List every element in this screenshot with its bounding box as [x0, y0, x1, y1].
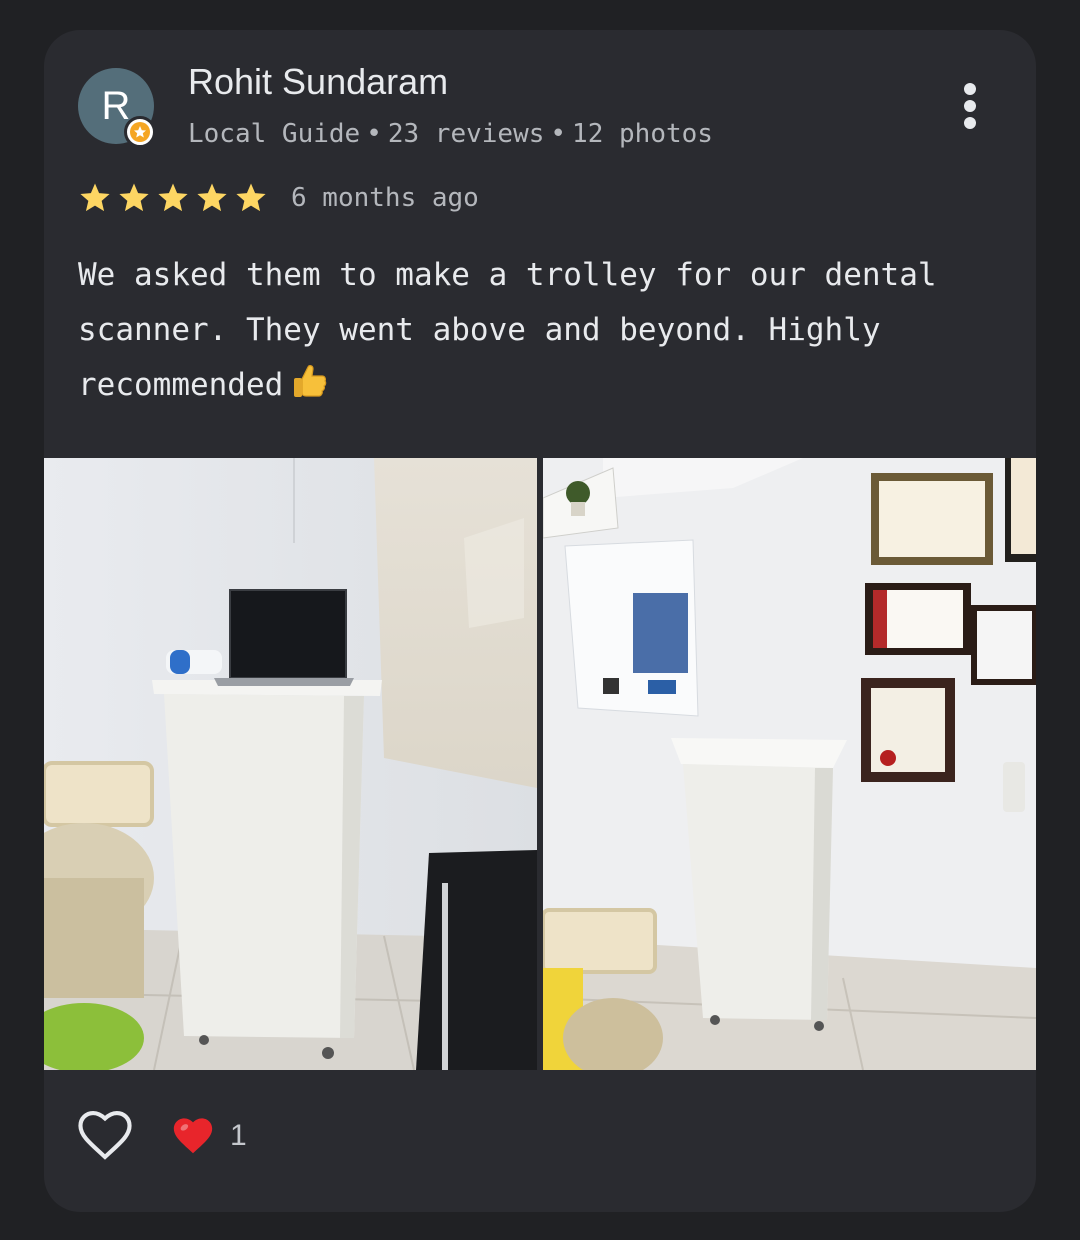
- star-icon: [119, 183, 149, 212]
- local-guide-badge-icon: [124, 116, 156, 148]
- like-button[interactable]: [74, 1104, 136, 1166]
- meta-separator: •: [366, 119, 382, 149]
- star-icon: [236, 183, 266, 212]
- avatar-initial: R: [101, 84, 131, 128]
- red-heart-icon: [173, 1118, 213, 1154]
- photo-count: 12 photos: [572, 119, 713, 149]
- star-rating: [78, 181, 273, 215]
- local-guide-label: Local Guide: [188, 119, 361, 149]
- star-icon: [80, 183, 110, 212]
- reviewer-meta: Local Guide • 23 reviews • 12 photos: [188, 114, 713, 154]
- review-body: We asked them to make a trolley for our …: [78, 257, 937, 403]
- reaction-count: 1: [230, 1119, 247, 1152]
- review-count: 23 reviews: [387, 119, 545, 149]
- thumbs-up-icon: [294, 365, 327, 397]
- review-card: R Rohit Sundaram Local Guide • 23 reviews •…: [44, 30, 1036, 1212]
- meta-separator: •: [550, 119, 567, 149]
- heart-outline-icon: [78, 1110, 132, 1160]
- more-vert-icon: [950, 83, 990, 129]
- reviewer-name[interactable]: Rohit Sundaram: [188, 58, 448, 106]
- review-text: We asked them to make a trolley for our …: [78, 248, 958, 413]
- more-options-button[interactable]: [950, 80, 990, 136]
- star-icon: [158, 183, 188, 212]
- trolley-in-clinic-photo[interactable]: [543, 458, 1036, 1070]
- trolley-with-laptop-photo[interactable]: [44, 458, 537, 1070]
- rating-row: 6 months ago: [78, 176, 479, 220]
- reaction-summary[interactable]: 1: [170, 1112, 247, 1160]
- review-time: 6 months ago: [291, 183, 479, 213]
- star-icon: [197, 183, 227, 212]
